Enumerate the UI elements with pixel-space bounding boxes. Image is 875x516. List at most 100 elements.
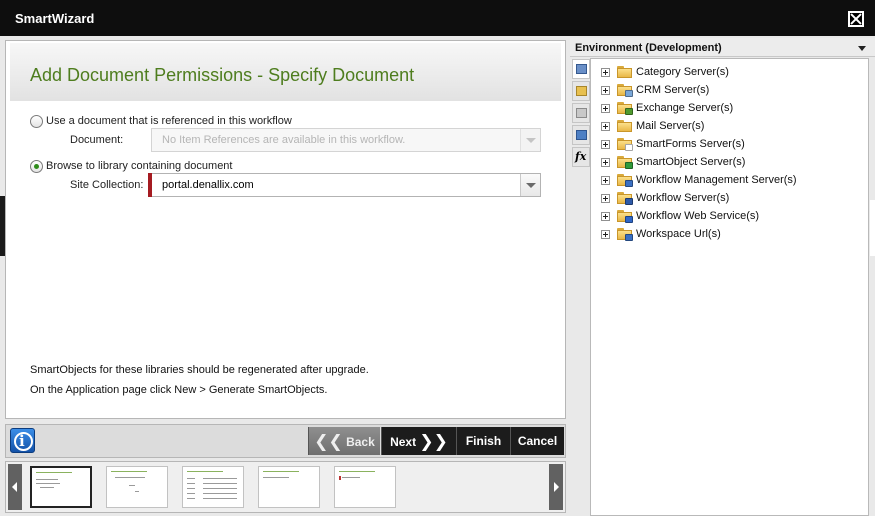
functions-tab[interactable]: fx bbox=[572, 147, 590, 167]
cancel-button[interactable]: Cancel bbox=[510, 427, 564, 455]
window-title: SmartWizard bbox=[15, 11, 95, 26]
web-service-folder-icon bbox=[617, 210, 633, 223]
dropdown-arrow-icon[interactable] bbox=[858, 46, 866, 51]
tree-node[interactable]: Workflow Web Service(s) bbox=[591, 207, 869, 225]
environment-header[interactable]: Environment (Development) bbox=[570, 38, 875, 57]
scroll-right-icon[interactable] bbox=[549, 464, 563, 510]
environment-title: Environment (Development) bbox=[575, 42, 722, 54]
radio-label-browse-library: Browse to library containing document bbox=[46, 160, 233, 172]
document-select[interactable]: No Item References are available in this… bbox=[151, 128, 541, 152]
info-icon[interactable]: i bbox=[10, 428, 35, 453]
cancel-button-label: Cancel bbox=[517, 434, 558, 448]
thumbnail-step-1[interactable] bbox=[30, 466, 92, 508]
folder-icon bbox=[617, 66, 633, 79]
object-browser-tab[interactable] bbox=[572, 103, 590, 123]
wizard-header: Add Document Permissions - Specify Docum… bbox=[10, 43, 561, 101]
tree-node-label: SmartForms Server(s) bbox=[636, 138, 745, 150]
workflow-context-tab[interactable] bbox=[572, 81, 590, 101]
tree-node-label: Exchange Server(s) bbox=[636, 102, 734, 114]
document-select-placeholder: No Item References are available in this… bbox=[162, 134, 406, 146]
site-collection-label: Site Collection: bbox=[70, 179, 144, 191]
next-button[interactable]: Next ❯❯ bbox=[381, 427, 456, 455]
expand-plus-icon[interactable] bbox=[601, 68, 610, 77]
tree-node[interactable]: SmartForms Server(s) bbox=[591, 135, 869, 153]
expand-plus-icon[interactable] bbox=[601, 158, 610, 167]
page-title: Add Document Permissions - Specify Docum… bbox=[30, 65, 415, 85]
process-browser-tab[interactable] bbox=[572, 125, 590, 145]
thumbnail-step-5[interactable] bbox=[334, 466, 396, 508]
document-field-label: Document: bbox=[70, 134, 124, 146]
expand-plus-icon[interactable] bbox=[601, 194, 610, 203]
finish-button[interactable]: Finish bbox=[456, 427, 510, 455]
tree-node-label: CRM Server(s) bbox=[636, 84, 710, 96]
back-button-label: Back bbox=[346, 435, 375, 449]
wizard-thumbnail-strip bbox=[5, 461, 566, 513]
object-browser-icon bbox=[576, 108, 587, 118]
generate-note: On the Application page click New > Gene… bbox=[30, 384, 328, 396]
thumbnail-step-3[interactable] bbox=[182, 466, 244, 508]
title-bar: SmartWizard bbox=[0, 0, 875, 36]
workflow-context-icon bbox=[576, 86, 587, 96]
tree-node[interactable]: Workspace Url(s) bbox=[591, 225, 869, 243]
upgrade-note: SmartObjects for these libraries should … bbox=[30, 364, 369, 376]
crm-folder-icon bbox=[617, 84, 633, 97]
expand-plus-icon[interactable] bbox=[601, 104, 610, 113]
process-browser-icon bbox=[576, 130, 587, 140]
tree-node-label: Workflow Server(s) bbox=[636, 192, 730, 204]
tree-node-label: Workflow Management Server(s) bbox=[636, 174, 797, 186]
right-edge-handle bbox=[870, 200, 875, 256]
exchange-folder-icon bbox=[617, 102, 633, 115]
context-browser-tabs: fx bbox=[572, 59, 590, 177]
next-button-label: Next bbox=[390, 435, 417, 449]
fx-icon: fx bbox=[575, 150, 587, 163]
tree-node[interactable]: Workflow Server(s) bbox=[591, 189, 869, 207]
scroll-left-icon[interactable] bbox=[8, 464, 22, 510]
radio-use-referenced-document[interactable] bbox=[30, 115, 43, 128]
tree-node[interactable]: SmartObject Server(s) bbox=[591, 153, 869, 171]
expand-plus-icon[interactable] bbox=[601, 230, 610, 239]
finish-button-label: Finish bbox=[465, 434, 502, 448]
environment-tree: Category Server(s) CRM Server(s) Exchange … bbox=[590, 58, 869, 516]
close-icon[interactable] bbox=[848, 11, 864, 27]
mail-folder-icon bbox=[617, 120, 633, 133]
tree-node-label: Category Server(s) bbox=[636, 66, 729, 78]
smartforms-folder-icon bbox=[617, 138, 633, 151]
tree-node-label: Workspace Url(s) bbox=[636, 228, 721, 240]
site-collection-select[interactable]: portal.denallix.com bbox=[148, 173, 541, 197]
expand-plus-icon[interactable] bbox=[601, 176, 610, 185]
smartobject-folder-icon bbox=[617, 156, 633, 169]
expand-plus-icon[interactable] bbox=[601, 122, 610, 131]
back-button[interactable]: ❮❮ Back bbox=[308, 427, 380, 455]
expand-plus-icon[interactable] bbox=[601, 86, 610, 95]
tree-node[interactable]: Category Server(s) bbox=[591, 63, 869, 81]
workflow-folder-icon bbox=[617, 192, 633, 205]
expand-plus-icon[interactable] bbox=[601, 140, 610, 149]
chevron-down-icon[interactable] bbox=[520, 174, 540, 196]
thumbnail-step-4[interactable] bbox=[258, 466, 320, 508]
chevron-down-icon[interactable] bbox=[520, 129, 540, 151]
double-chevron-left-icon: ❮❮ bbox=[314, 432, 343, 452]
required-indicator bbox=[148, 173, 152, 197]
expand-plus-icon[interactable] bbox=[601, 212, 610, 221]
tree-node-label: SmartObject Server(s) bbox=[636, 156, 746, 168]
site-collection-value: portal.denallix.com bbox=[162, 179, 254, 191]
tree-node[interactable]: Exchange Server(s) bbox=[591, 99, 869, 117]
tree-node-label: Workflow Web Service(s) bbox=[636, 210, 760, 222]
tree-node[interactable]: CRM Server(s) bbox=[591, 81, 869, 99]
environment-icon bbox=[576, 64, 587, 74]
double-chevron-right-icon: ❯❯ bbox=[419, 432, 448, 452]
tree-node[interactable]: Workflow Management Server(s) bbox=[591, 171, 869, 189]
radio-label-use-referenced-document: Use a document that is referenced in thi… bbox=[46, 115, 292, 127]
tree-node-label: Mail Server(s) bbox=[636, 120, 705, 132]
environment-browser-tab[interactable] bbox=[572, 59, 590, 79]
wizard-button-bar: i ❮❮ Back Next ❯❯ Finish Cancel bbox=[5, 424, 566, 458]
smartwizard-window: SmartWizard Add Document Permissions - S… bbox=[0, 0, 875, 516]
environment-pane: Environment (Development) fx Category Se… bbox=[570, 38, 875, 516]
workflow-management-folder-icon bbox=[617, 174, 633, 187]
wizard-page: Add Document Permissions - Specify Docum… bbox=[5, 40, 566, 419]
thumbnail-step-2[interactable] bbox=[106, 466, 168, 508]
info-glyph: i bbox=[19, 432, 25, 450]
radio-browse-library[interactable] bbox=[30, 160, 43, 173]
tree-node[interactable]: Mail Server(s) bbox=[591, 117, 869, 135]
workspace-folder-icon bbox=[617, 228, 633, 241]
